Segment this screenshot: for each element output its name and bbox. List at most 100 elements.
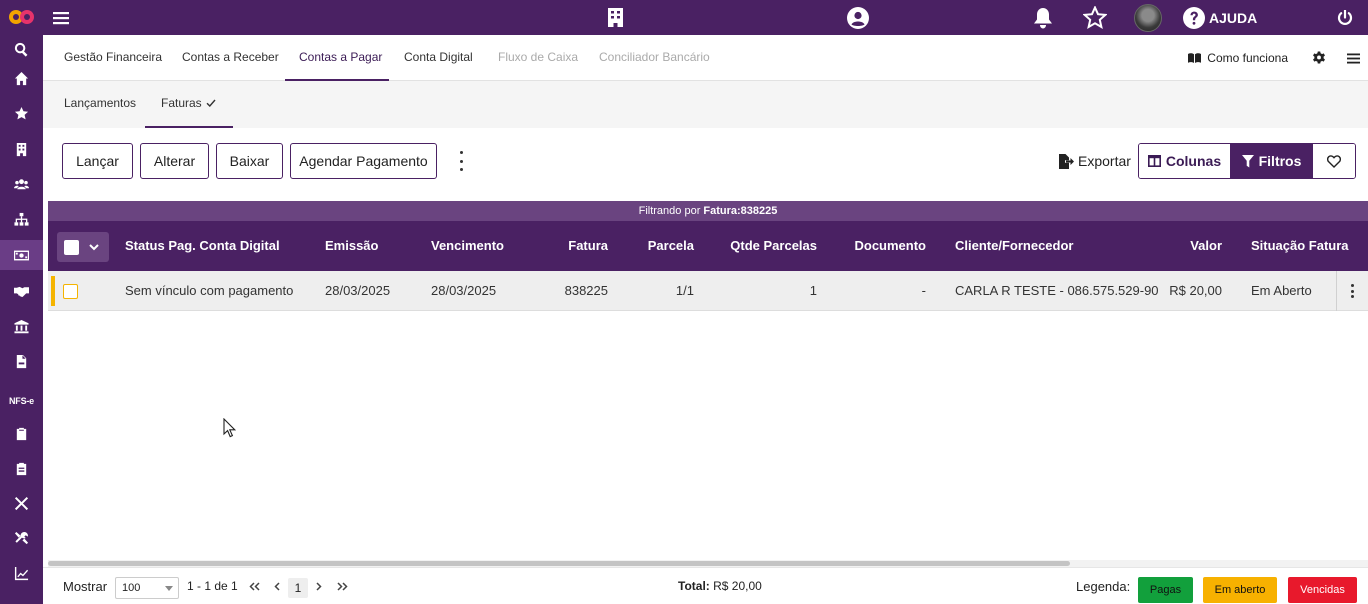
export-button[interactable]: Exportar: [1058, 143, 1131, 179]
help-icon: [1183, 6, 1205, 29]
baixar-button[interactable]: Baixar: [216, 143, 283, 179]
subtab-faturas-label: Faturas: [161, 96, 202, 110]
legend-em-aberto: Em aberto: [1203, 577, 1277, 603]
menu-icon[interactable]: [51, 0, 71, 35]
check-icon: [206, 99, 216, 107]
column-header-documento[interactable]: Documento: [838, 221, 927, 271]
column-header-status[interactable]: Status Pag. Conta Digital: [125, 221, 280, 271]
user-circle-icon[interactable]: [846, 0, 870, 35]
toolbar: Lançar Alterar Baixar Agendar Pagamento …: [43, 128, 1368, 201]
clipboard-list-icon[interactable]: [0, 453, 43, 483]
cell-qtde-parcelas: 1: [809, 283, 817, 298]
handshake-icon[interactable]: [0, 276, 43, 306]
how-works-label: Como funciona: [1207, 51, 1288, 65]
help-button[interactable]: AJUDA: [1183, 0, 1257, 35]
column-header-vencimento[interactable]: Vencimento: [431, 221, 504, 271]
last-page-icon[interactable]: [335, 568, 349, 604]
table-body-empty-area: [48, 312, 1368, 560]
file-export-icon: [1059, 153, 1074, 169]
legend-vencidas: Vencidas: [1288, 577, 1357, 603]
tab-contas-a-pagar[interactable]: Contas a Pagar: [299, 35, 382, 81]
heart-icon: [1327, 154, 1341, 168]
horizontal-scrollbar[interactable]: [48, 560, 1368, 567]
tab-conta-digital[interactable]: Conta Digital: [404, 35, 473, 81]
avatar[interactable]: [1133, 0, 1163, 35]
filter-icon: [1241, 154, 1254, 167]
cell-emissao: 28/03/2025: [325, 283, 391, 298]
home-icon[interactable]: [0, 63, 43, 93]
next-page-icon[interactable]: [313, 568, 325, 604]
chart-line-icon[interactable]: [0, 558, 43, 588]
tab-gestao-financeira[interactable]: Gestão Financeira: [64, 35, 162, 81]
scrollbar-thumb[interactable]: [48, 561, 1070, 566]
select-all-checkbox[interactable]: [64, 239, 79, 255]
page-size-select[interactable]: 100: [115, 577, 179, 599]
chevron-down-icon: [89, 243, 99, 250]
filter-prefix: Filtrando por: [638, 205, 701, 217]
bell-icon[interactable]: [1031, 0, 1055, 35]
column-header-fatura[interactable]: Fatura: [540, 221, 608, 271]
sitemap-icon[interactable]: [0, 204, 43, 234]
current-page[interactable]: 1: [288, 578, 308, 598]
prev-page-icon[interactable]: [271, 568, 283, 604]
column-header-qtde-parcelas[interactable]: Qtde Parcelas: [708, 221, 817, 271]
first-page-icon[interactable]: [247, 568, 261, 604]
gear-icon[interactable]: [1309, 35, 1329, 81]
building-icon[interactable]: [0, 134, 43, 164]
cell-documento: -: [921, 283, 926, 298]
table-row[interactable]: Sem vínculo com pagamento 28/03/2025 28/…: [48, 271, 1368, 311]
column-header-situacao[interactable]: Situação Fatura: [1251, 221, 1349, 271]
tab-contas-a-receber[interactable]: Contas a Receber: [182, 35, 279, 81]
how-works-link[interactable]: Como funciona: [1188, 35, 1288, 81]
cell-fatura: 838225: [564, 283, 608, 298]
building-icon[interactable]: [605, 0, 625, 35]
help-label: AJUDA: [1209, 9, 1258, 26]
favorite-button[interactable]: [1313, 144, 1355, 178]
tools-icon[interactable]: [0, 488, 43, 518]
clipboard-icon[interactable]: [0, 418, 43, 448]
subtab-faturas[interactable]: Faturas: [161, 81, 216, 125]
lancar-button[interactable]: Lançar: [62, 143, 133, 179]
file-invoice-icon[interactable]: [0, 346, 43, 376]
more-actions-icon[interactable]: [456, 151, 466, 171]
app-logo-icon[interactable]: [8, 6, 35, 28]
menu-icon[interactable]: [1343, 35, 1363, 81]
column-header-valor[interactable]: Valor: [1148, 221, 1222, 271]
range-text: 1 - 1 de 1: [187, 579, 238, 593]
caret-down-icon: [165, 586, 173, 591]
agendar-pagamento-button[interactable]: Agendar Pagamento: [290, 143, 437, 179]
star-icon[interactable]: [0, 98, 43, 128]
total-label: Total:: [678, 579, 710, 593]
subtab-lancamentos[interactable]: Lançamentos: [64, 81, 136, 128]
row-checkbox[interactable]: [63, 284, 78, 299]
money-icon[interactable]: [0, 240, 43, 270]
wrench-icon[interactable]: [0, 523, 43, 553]
tab-fluxo-de-caixa[interactable]: Fluxo de Caixa: [498, 35, 578, 81]
search-icon[interactable]: [0, 34, 43, 64]
legend-label: Legenda:: [1076, 579, 1131, 594]
star-icon[interactable]: [1082, 0, 1108, 35]
sidebar: NFS-e: [0, 0, 43, 604]
row-actions-button[interactable]: [1336, 271, 1368, 311]
alterar-button[interactable]: Alterar: [140, 143, 209, 179]
show-label: Mostrar: [63, 579, 108, 594]
users-icon[interactable]: [0, 169, 43, 199]
cell-valor: R$ 20,00: [1169, 283, 1222, 298]
column-header-emissao[interactable]: Emissão: [325, 221, 378, 271]
columns-icon: [1147, 155, 1161, 167]
power-icon[interactable]: [1333, 0, 1357, 35]
filters-button[interactable]: Filtros: [1231, 144, 1313, 178]
legend-pagas: Pagas: [1138, 577, 1193, 603]
nfse-label[interactable]: NFS-e: [0, 386, 43, 416]
select-all-dropdown[interactable]: [57, 232, 109, 262]
columns-label: Colunas: [1165, 153, 1222, 169]
page-size-value: 100: [122, 582, 141, 594]
tab-conciliador-bancario[interactable]: Conciliador Bancário: [599, 35, 710, 81]
column-header-cliente[interactable]: Cliente/Fornecedor: [955, 221, 1073, 271]
cell-parcela: 1/1: [675, 283, 694, 298]
bank-icon[interactable]: [0, 311, 43, 341]
columns-button[interactable]: Colunas: [1139, 144, 1231, 178]
mouse-cursor-icon: [223, 418, 236, 438]
table-footer: Mostrar 100 1 - 1 de 1 1 Total: R$ 20,00…: [43, 567, 1368, 604]
column-header-parcela[interactable]: Parcela: [628, 221, 694, 271]
